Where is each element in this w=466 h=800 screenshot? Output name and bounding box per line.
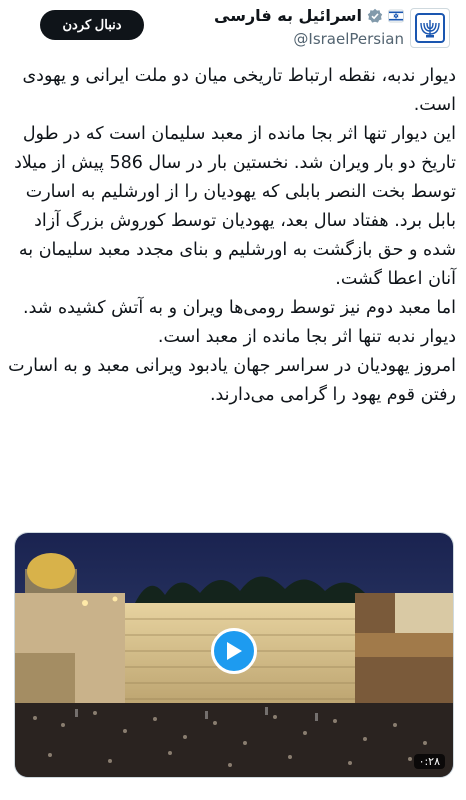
tweet-paragraph: اما معبد دوم نیز توسط رومی‌ها ویران و به… bbox=[23, 298, 456, 347]
user-handle[interactable]: @IsraelPersian bbox=[293, 30, 404, 48]
video-duration: ۰:۲۸ bbox=[413, 754, 445, 769]
tweet-header: اسرائیل به فارسی @IsraelPersian دنبال کر… bbox=[0, 0, 466, 58]
tweet-paragraph: امروز یهودیان در سراسر جهان یادبود ویران… bbox=[8, 356, 456, 405]
menorah-emblem-icon bbox=[415, 13, 445, 43]
play-button[interactable] bbox=[211, 628, 257, 674]
play-icon bbox=[227, 642, 242, 660]
avatar[interactable] bbox=[410, 8, 450, 48]
video-media[interactable]: ۰:۲۸ bbox=[14, 532, 454, 778]
flag-emblem-icon bbox=[388, 9, 404, 22]
tweet-paragraph: این دیوار تنها اثر بجا مانده از معبد سلی… bbox=[14, 124, 456, 289]
name-row: اسرائیل به فارسی bbox=[214, 6, 404, 25]
tweet-paragraph: دیوار ندبه، نقطه ارتباط تاریخی میان دو م… bbox=[22, 66, 456, 115]
tweet-text: دیوار ندبه، نقطه ارتباط تاریخی میان دو م… bbox=[8, 62, 456, 410]
display-name[interactable]: اسرائیل به فارسی bbox=[214, 6, 362, 25]
gov-verified-icon bbox=[367, 8, 383, 23]
follow-button[interactable]: دنبال کردن bbox=[40, 10, 144, 40]
